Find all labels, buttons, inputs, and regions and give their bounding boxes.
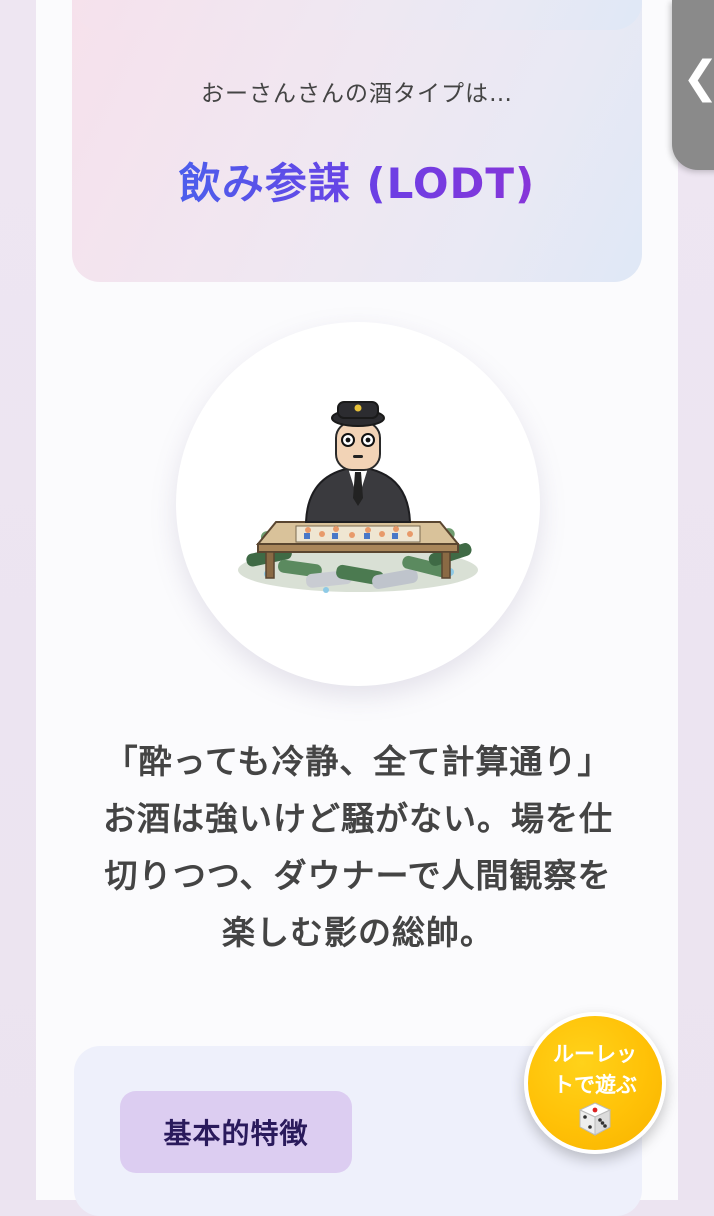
dice-icon	[578, 1102, 612, 1136]
description-line: お酒は強いけど騒がない。場を仕	[103, 799, 613, 838]
strategist-figure	[304, 401, 412, 523]
result-subtitle: おーさんさんの酒タイプは…	[201, 81, 513, 107]
type-illustration	[176, 322, 540, 686]
type-title: 飲み参謀 (LODT)	[72, 150, 642, 211]
strategist-with-bottles-illustration	[238, 401, 478, 593]
features-heading: 基本的特徴	[120, 1091, 352, 1173]
roulette-label-line1: ルーレッ	[553, 1042, 637, 1066]
type-description: 「酔っても冷静、全て計算通り」 お酒は強いけど騒がない。場を仕 切りつつ、ダウナ…	[60, 733, 656, 961]
chevron-left-icon: ❮	[682, 52, 714, 103]
result-header: おーさんさんの酒タイプは… 飲み参謀 (LODT)	[72, 0, 642, 282]
roulette-button[interactable]: ルーレッ トで遊ぶ	[524, 1012, 666, 1154]
roulette-label-line2: トで遊ぶ	[553, 1073, 637, 1097]
description-line: 切りつつ、ダウナーで人間観察を	[104, 856, 612, 895]
description-line: 楽しむ影の総帥。	[222, 913, 494, 952]
side-panel-toggle[interactable]: ❮	[672, 0, 714, 170]
description-line: 「酔っても冷静、全て計算通り」	[104, 742, 612, 781]
